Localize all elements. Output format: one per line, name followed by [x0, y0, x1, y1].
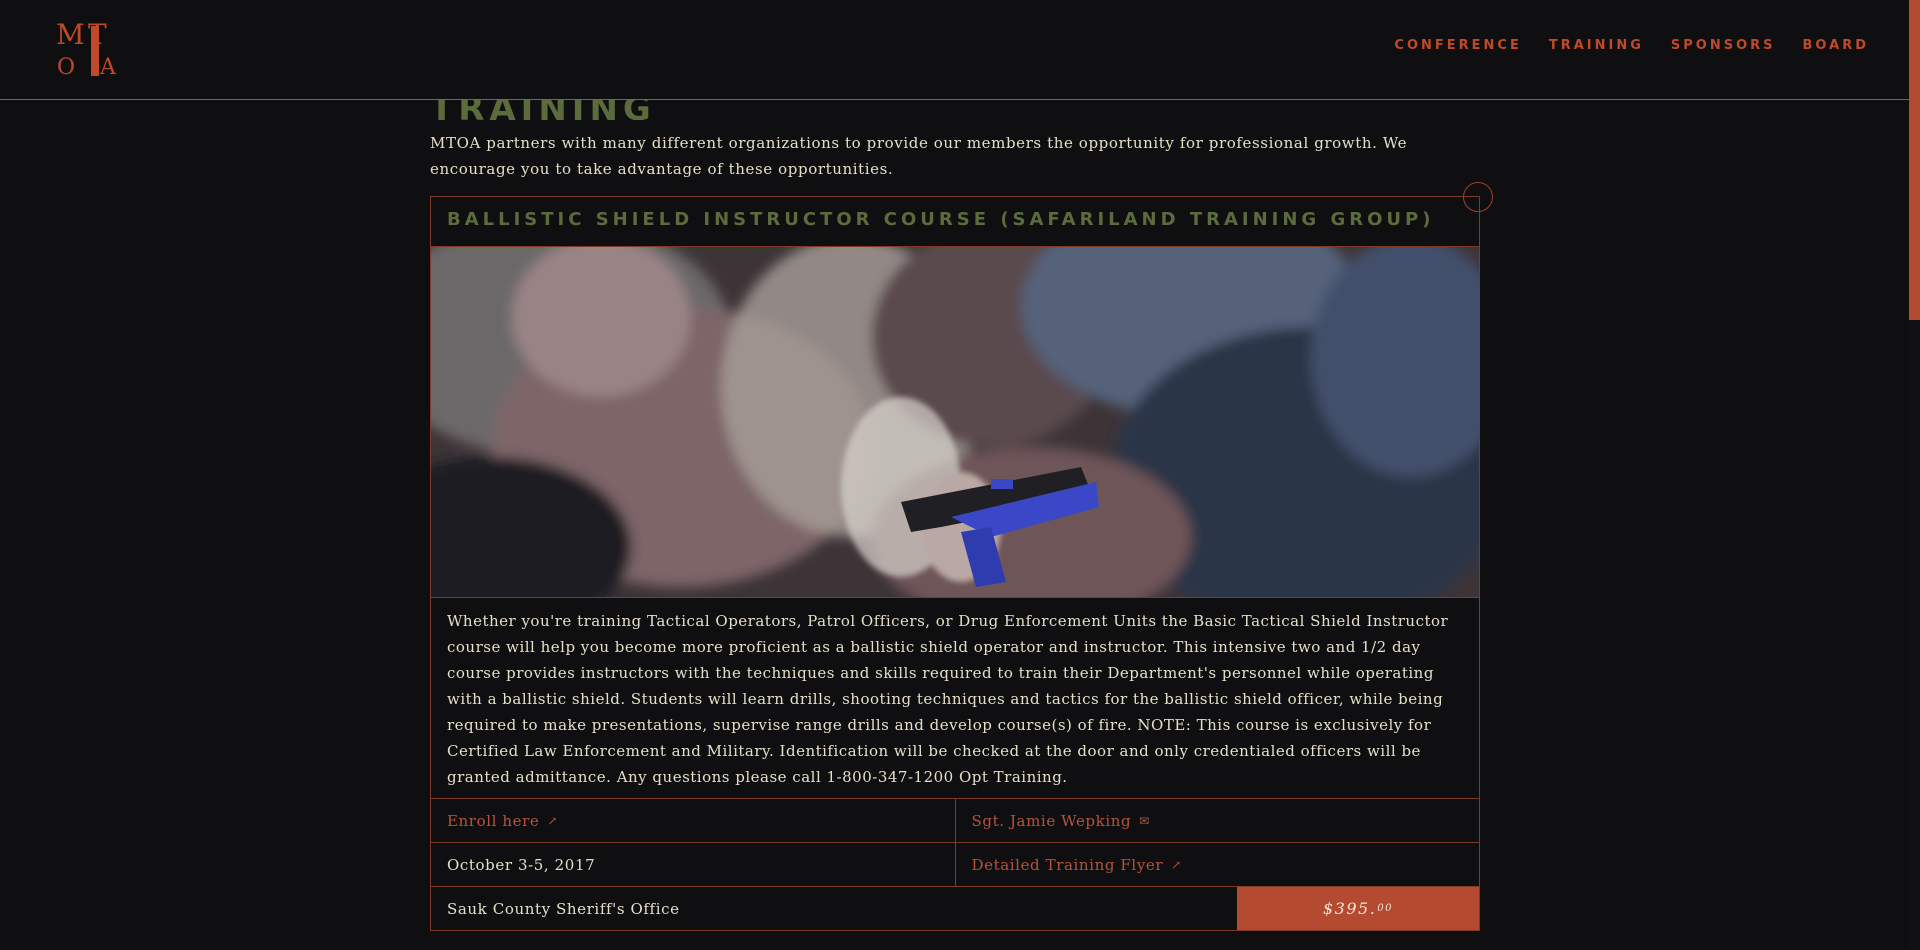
svg-text:M: M	[56, 18, 85, 51]
nav-board[interactable]: BOARD	[1803, 38, 1869, 53]
course-image	[431, 247, 1479, 598]
training-photo-icon	[431, 247, 1479, 597]
course-card: BALLISTIC SHIELD INSTRUCTOR COURSE (SAFA…	[430, 196, 1480, 931]
external-link-icon: ↗	[547, 813, 559, 828]
main-nav: CONFERENCE TRAINING SPONSORS BOARD	[1394, 38, 1869, 53]
mtoa-logo[interactable]: M T O A	[54, 16, 118, 80]
enroll-link-label: Enroll here	[447, 811, 540, 830]
envelope-icon: ✉	[1139, 813, 1150, 828]
decorative-circle-icon	[1463, 182, 1493, 212]
price-amount: $395.	[1322, 899, 1377, 918]
flyer-link-label: Detailed Training Flyer	[971, 855, 1164, 874]
nav-training[interactable]: TRAINING	[1549, 38, 1644, 53]
contact-email-link[interactable]: Sgt. Jamie Wepking ✉	[954, 799, 1480, 842]
page-scrollbar[interactable]	[1909, 0, 1920, 950]
main-content: TRAINING MTOA partners with many differe…	[430, 86, 1478, 182]
external-link-icon: ↗	[1171, 857, 1182, 872]
course-location-row: Sauk County Sheriff's Office $395. 00	[431, 886, 1479, 930]
svg-text:A: A	[99, 55, 117, 80]
page-intro: MTOA partners with many different organi…	[430, 134, 1408, 178]
enroll-link[interactable]: Enroll here ↗	[431, 799, 955, 842]
logo-mark-icon: M T O A	[56, 18, 117, 80]
course-location: Sauk County Sheriff's Office	[447, 899, 680, 918]
contact-name: Sgt. Jamie Wepking	[971, 811, 1132, 830]
nav-conference[interactable]: CONFERENCE	[1394, 38, 1521, 53]
course-info-row: October 3-5, 2017 Detailed Training Flye…	[431, 842, 1479, 886]
course-links-row: Enroll here ↗ Sgt. Jamie Wepking ✉	[431, 798, 1479, 842]
nav-sponsors[interactable]: SPONSORS	[1671, 38, 1776, 53]
course-description: Whether you're training Tactical Operato…	[447, 612, 1449, 786]
scrollbar-thumb[interactable]	[1909, 0, 1920, 320]
price-cents: 00	[1377, 903, 1394, 914]
price-badge: $395. 00	[1237, 887, 1479, 930]
flyer-link[interactable]: Detailed Training Flyer ↗	[954, 843, 1480, 886]
svg-text:O: O	[57, 55, 75, 80]
course-title: BALLISTIC SHIELD INSTRUCTOR COURSE (SAFA…	[431, 197, 1479, 247]
site-header: M T O A CONFERENCE TRAINING SPONSORS BOA…	[0, 0, 1909, 100]
course-date: October 3-5, 2017	[447, 855, 596, 874]
